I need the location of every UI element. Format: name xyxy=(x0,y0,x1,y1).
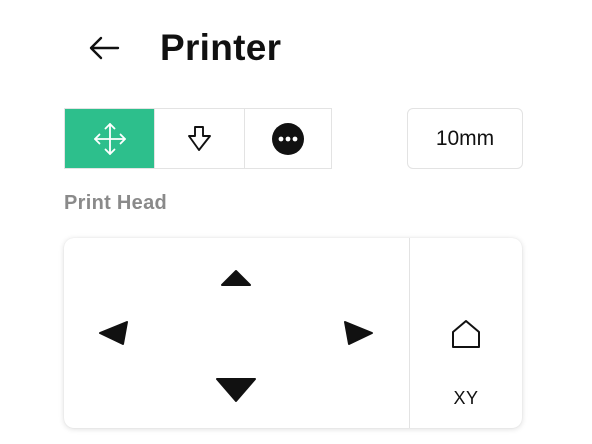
mode-extrude-button[interactable] xyxy=(154,109,244,168)
mode-toggle-group xyxy=(64,108,332,169)
arrow-down-outline-icon xyxy=(187,125,211,151)
step-size-button[interactable]: 10mm xyxy=(407,108,523,169)
back-button[interactable] xyxy=(82,28,126,68)
arrow-left-icon xyxy=(89,36,120,60)
print-head-label: Print Head xyxy=(64,192,168,214)
jog-right-button[interactable] xyxy=(334,310,384,356)
more-dots-icon xyxy=(272,122,304,155)
jog-left-button[interactable] xyxy=(88,310,138,356)
home-icon xyxy=(452,320,480,348)
mode-more-button[interactable] xyxy=(244,109,331,168)
triangle-down-icon xyxy=(216,378,256,402)
home-xy-label: XY xyxy=(453,388,479,408)
jog-down-button[interactable] xyxy=(208,368,264,412)
jog-up-button[interactable] xyxy=(208,258,264,298)
triangle-left-icon xyxy=(99,321,128,345)
page-title: Printer xyxy=(160,27,282,68)
jog-pad xyxy=(64,238,409,428)
print-head-card: XY xyxy=(64,238,522,428)
move-arrows-icon xyxy=(93,122,126,155)
triangle-up-icon xyxy=(221,270,251,286)
triangle-right-icon xyxy=(344,321,373,345)
home-xy-button[interactable]: XY xyxy=(410,238,522,428)
header: Printer xyxy=(0,0,592,100)
mode-move-button[interactable] xyxy=(65,109,154,168)
home-icon-wrap xyxy=(449,318,483,350)
